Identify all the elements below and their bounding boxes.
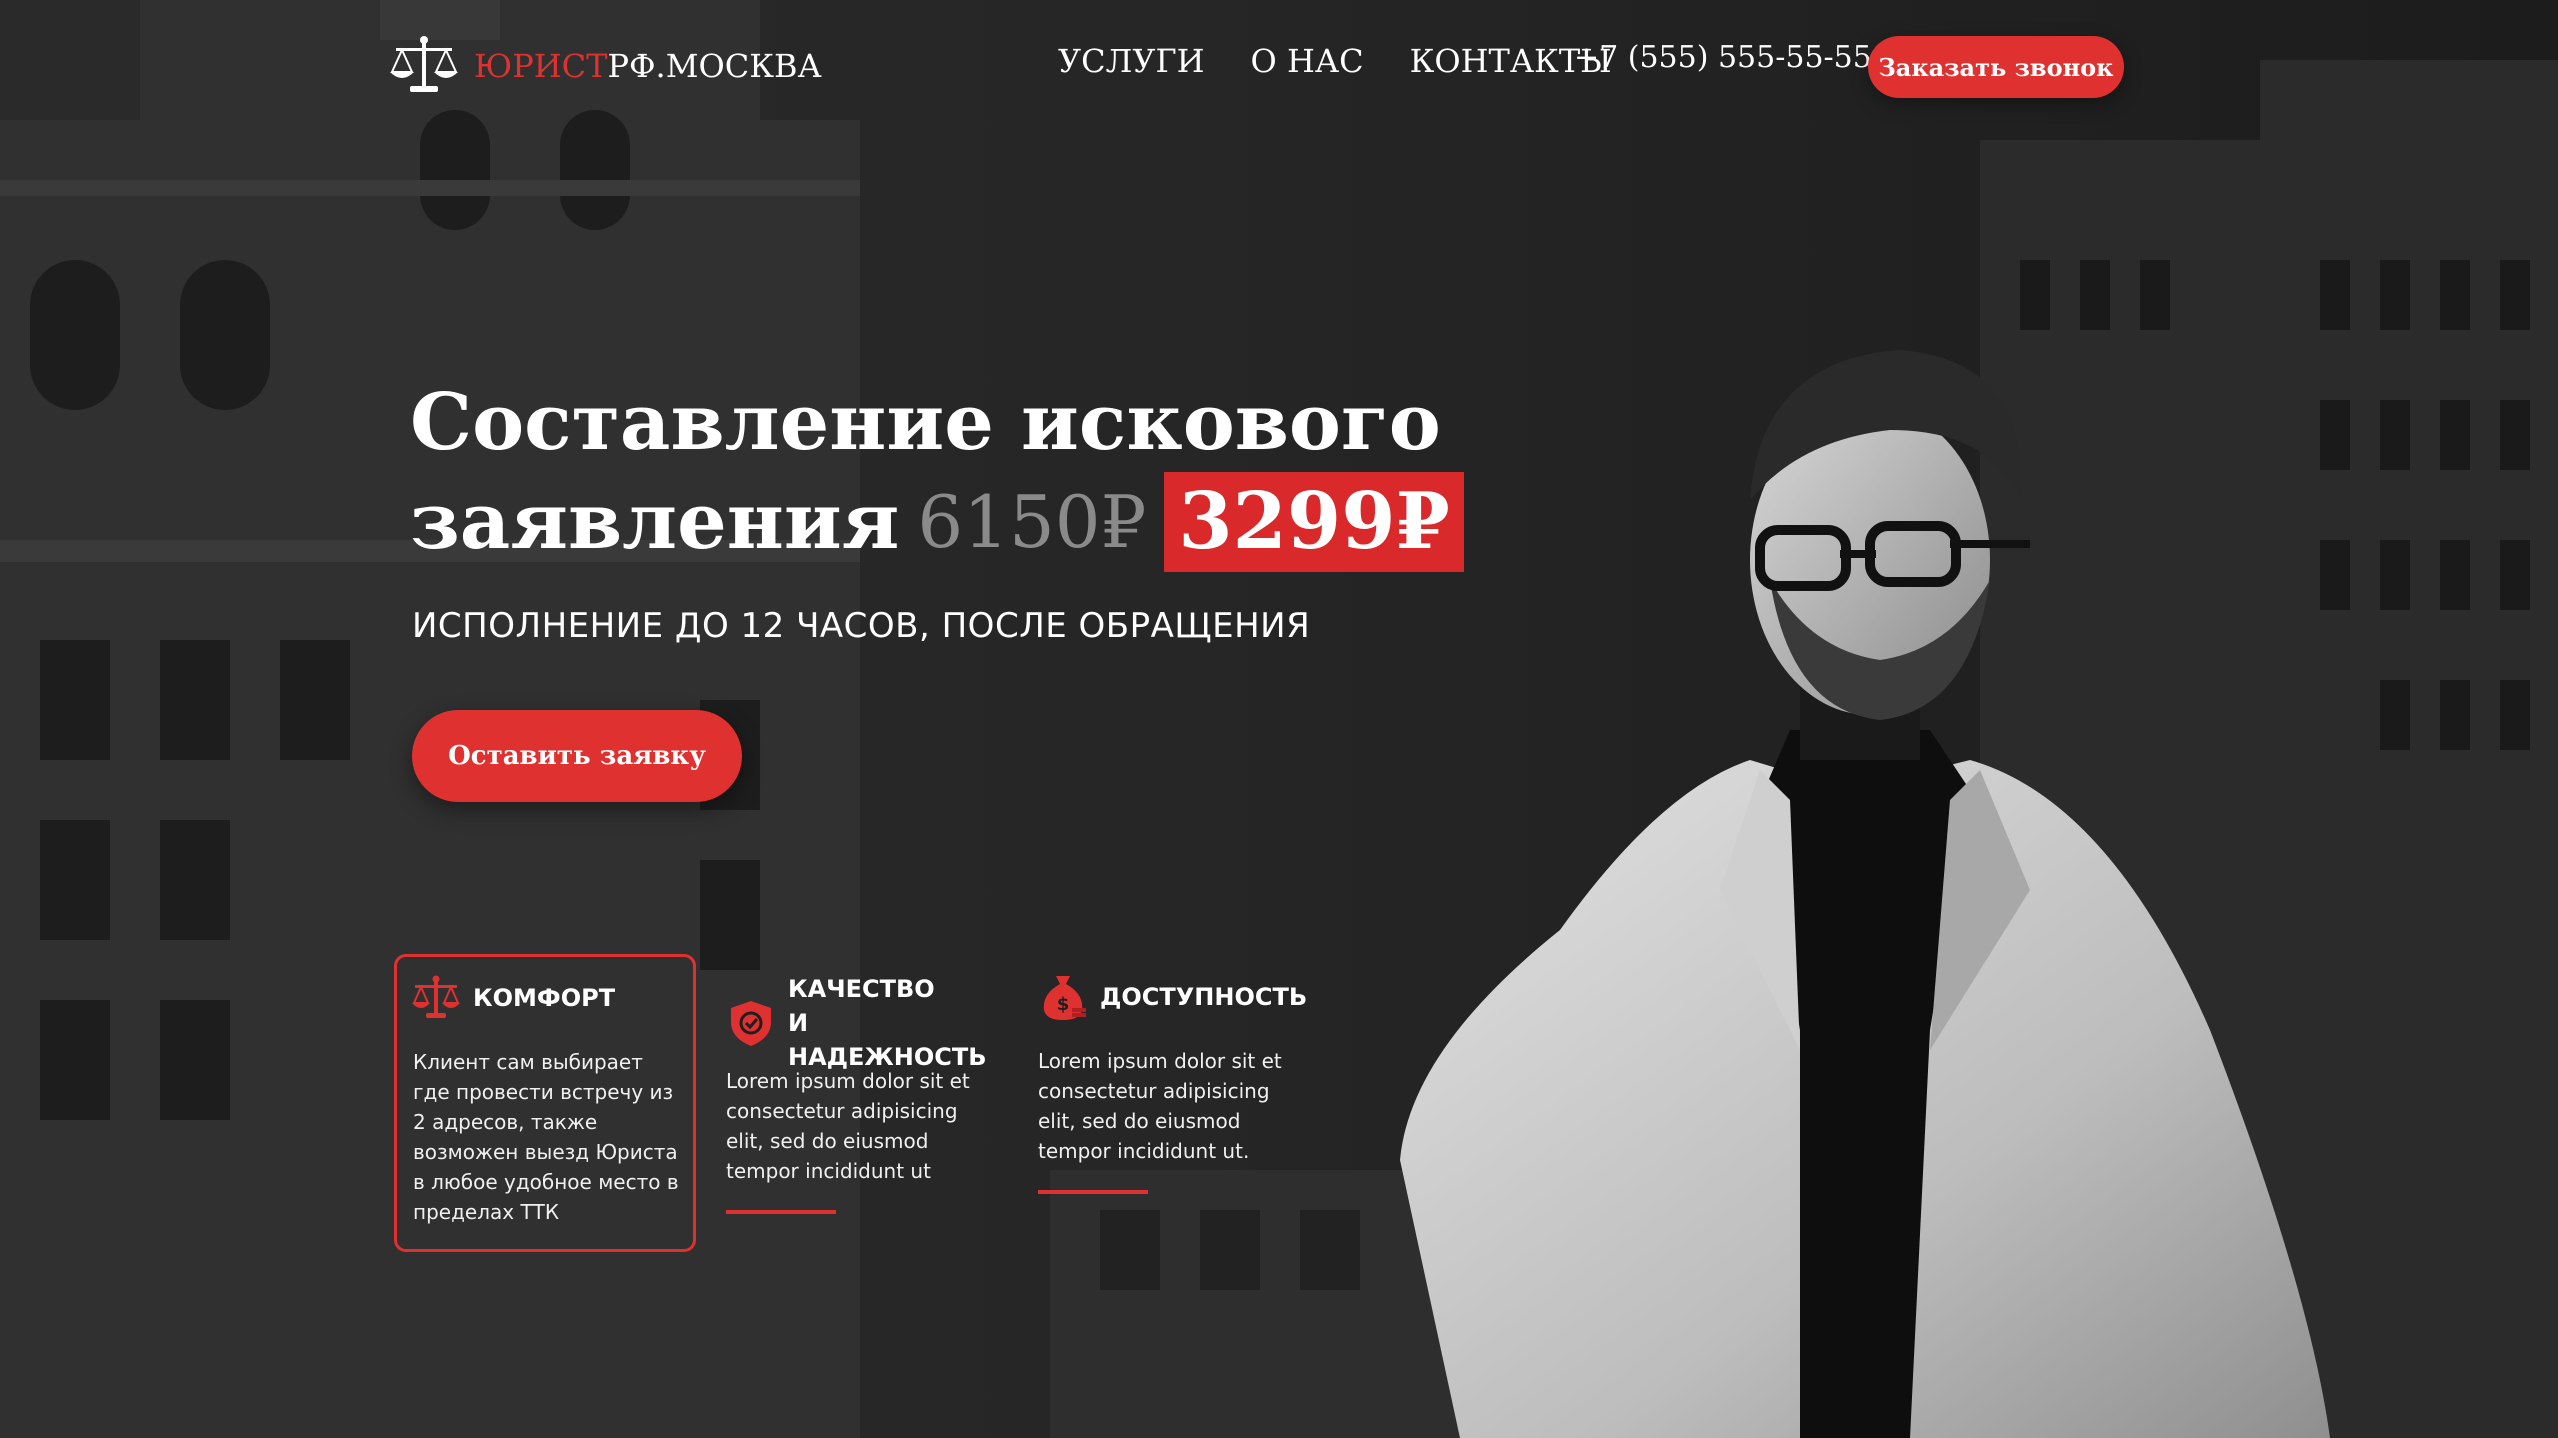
new-price-badge: 3299₽ — [1164, 472, 1464, 572]
logo-text-red: ЮРИСТ — [474, 47, 608, 85]
leave-request-button[interactable]: Оставить заявку — [412, 710, 742, 802]
shield-check-icon — [731, 1001, 771, 1046]
card-underline — [1038, 1190, 1148, 1194]
hero-title: Составление искового заявления 6150₽ 329… — [410, 374, 1464, 572]
lawyer-photo — [1400, 350, 2330, 1438]
nav-item-services[interactable]: УСЛУГИ — [1058, 42, 1205, 80]
money-bag-icon: $ — [1043, 976, 1086, 1020]
card-text: Клиент сам выбирает где провести встречу… — [413, 1050, 679, 1224]
card-text: Lorem ipsum dolor sit et consectetur adi… — [1038, 1049, 1282, 1163]
scales-icon — [412, 975, 460, 1018]
scales-logo-icon — [390, 36, 458, 92]
card-title: КАЧЕСТВО И НАДЕЖНОСТЬ — [788, 972, 1006, 1074]
card-title: ДОСТУПНОСТЬ — [1100, 983, 1308, 1011]
nav-item-about[interactable]: О НАС — [1251, 42, 1364, 80]
card-title-line2: И НАДЕЖНОСТЬ — [788, 1009, 987, 1071]
hero-title-line2-text: заявления — [410, 476, 900, 567]
phone-number[interactable]: +7 (555) 555-55-55 — [1574, 40, 1872, 75]
card-underline — [726, 1210, 836, 1214]
card-title: КОМФОРТ — [473, 984, 616, 1012]
card-text: Lorem ipsum dolor sit et consectetur adi… — [726, 1069, 970, 1183]
card-title-line1: КАЧЕСТВО — [788, 975, 935, 1003]
hero-title-line2: заявления 6150₽ 3299₽ — [410, 472, 1464, 572]
card-head: КОМФОРТ — [411, 973, 615, 1023]
card-head: КАЧЕСТВО И НАДЕЖНОСТЬ — [726, 972, 1006, 1074]
feature-card-comfort[interactable]: КОМФОРТ Клиент сам выбирает где провести… — [394, 954, 696, 1252]
logo[interactable]: ЮРИСТРФ.МОСКВА — [388, 30, 822, 102]
hero-title-line1: Составление искового — [410, 377, 1441, 468]
logo-text: ЮРИСТРФ.МОСКВА — [474, 47, 822, 85]
logo-text-white: РФ.МОСКВА — [607, 47, 822, 85]
old-price: 6150₽ — [917, 480, 1147, 564]
svg-text:$: $ — [1057, 994, 1070, 1015]
main-nav: УСЛУГИ О НАС КОНТАКТЫ — [1058, 42, 1658, 80]
hero-subtitle: ИСПОЛНЕНИЕ ДО 12 ЧАСОВ, ПОСЛЕ ОБРАЩЕНИЯ — [412, 606, 1311, 646]
order-callback-button[interactable]: Заказать звонок — [1868, 36, 2124, 98]
card-head: $ ДОСТУПНОСТЬ — [1038, 972, 1307, 1022]
